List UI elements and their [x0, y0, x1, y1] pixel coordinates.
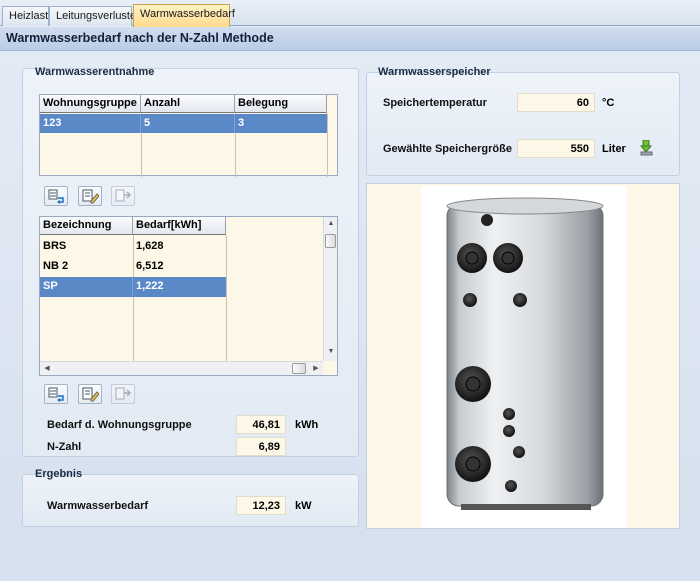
column-header-bedarf[interactable]: Bedarf[kWh] [133, 217, 226, 235]
entnahme-title: Warmwasserentnahme [35, 66, 155, 78]
move-row-button[interactable] [111, 384, 135, 404]
column-header-belegung[interactable]: Belegung [235, 95, 327, 113]
tab-bar: Heizlast Leitungsverluste Warmwasserbeda… [0, 0, 700, 27]
add-row-icon [48, 387, 64, 402]
warmwasserbedarf-value: 12,23 [236, 496, 286, 515]
edit-row-button[interactable] [78, 186, 102, 206]
nzahl-value: 6,89 [236, 437, 286, 456]
speichergroesse-value: 550 [517, 139, 595, 158]
scroll-thumb[interactable] [292, 363, 306, 374]
tab-leitungsverluste[interactable]: Leitungsverluste [49, 6, 136, 26]
move-row-icon [115, 189, 132, 202]
cell-bedarf: 6,512 [136, 260, 164, 272]
cell-anzahl: 5 [141, 114, 235, 133]
tab-heizlast[interactable]: Heizlast [2, 6, 49, 26]
table-row[interactable]: SP 1,222 [40, 277, 226, 297]
cell-bezeichnung: BRS [43, 240, 67, 252]
warmwasserbedarf-label: Warmwasserbedarf [47, 500, 149, 512]
cell-bezeichnung: SP [40, 277, 133, 296]
cell-wohnungsgruppe: 123 [40, 114, 141, 133]
edit-row-icon [82, 387, 99, 402]
speicher-title: Warmwasserspeicher [378, 66, 491, 78]
column-header-anzahl[interactable]: Anzahl [141, 95, 235, 113]
move-row-icon [115, 387, 132, 400]
cell-bedarf: 1,628 [136, 240, 164, 252]
move-row-button[interactable] [111, 186, 135, 206]
table-row[interactable]: 123 5 3 [40, 114, 327, 133]
select-speicher-button[interactable] [639, 139, 654, 156]
table-row[interactable]: NB 2 6,512 [40, 257, 226, 277]
table-row[interactable]: BRS 1,628 [40, 237, 226, 257]
add-row-button[interactable] [44, 186, 68, 206]
speicher-image [421, 186, 627, 528]
cell-belegung: 3 [238, 117, 245, 129]
warmwasserbedarf-unit: kW [295, 500, 312, 512]
vertical-scrollbar[interactable]: ▲ ▼ [323, 217, 337, 361]
edit-row-button[interactable] [78, 384, 102, 404]
cell-bezeichnung: NB 2 [43, 260, 69, 272]
speichertemperatur-unit: °C [602, 97, 615, 109]
add-row-icon [48, 189, 64, 204]
bedarf-label: Bedarf d. Wohnungsgruppe [47, 419, 192, 431]
speichertemperatur-value: 60 [517, 93, 595, 112]
bedarf-value: 46,81 [236, 415, 286, 434]
bedarf-grid[interactable]: Bezeichnung Bedarf[kWh] BRS 1,628 NB 2 6… [39, 216, 338, 376]
speichergroesse-unit: Liter [602, 143, 626, 155]
app-window: Heizlast Leitungsverluste Warmwasserbeda… [0, 0, 700, 581]
cell-bedarf: 1,222 [136, 280, 164, 292]
water-tank-illustration [446, 197, 604, 510]
page-title: Warmwasserbedarf nach der N-Zahl Methode [0, 27, 700, 51]
speicher-panel [366, 72, 680, 176]
scroll-down-icon[interactable]: ▼ [324, 348, 338, 355]
ergebnis-title: Ergebnis [35, 468, 83, 480]
edit-row-icon [82, 189, 99, 204]
speicher-image-panel [366, 183, 680, 529]
scroll-right-icon[interactable]: ▶ [309, 364, 323, 372]
download-arrow-icon [639, 139, 653, 156]
scroll-up-icon[interactable]: ▲ [324, 220, 338, 227]
add-row-button[interactable] [44, 384, 68, 404]
tab-warmwasserbedarf[interactable]: Warmwasserbedarf [133, 4, 235, 27]
wohnungsgruppen-grid[interactable]: Wohnungsgruppe Anzahl Belegung 123 5 3 [39, 94, 338, 177]
scroll-left-icon[interactable]: ◀ [40, 364, 54, 372]
scroll-thumb[interactable] [325, 234, 336, 248]
bedarf-unit: kWh [295, 419, 319, 431]
nzahl-label: N-Zahl [47, 441, 82, 453]
horizontal-scrollbar[interactable]: ◀ ▶ [40, 361, 323, 375]
column-header-bezeichnung[interactable]: Bezeichnung [40, 217, 133, 235]
speichertemperatur-label: Speichertemperatur [383, 97, 487, 109]
column-header-wohnungsgruppe[interactable]: Wohnungsgruppe [40, 95, 141, 113]
speichergroesse-label: Gewählte Speichergröße [383, 143, 512, 155]
